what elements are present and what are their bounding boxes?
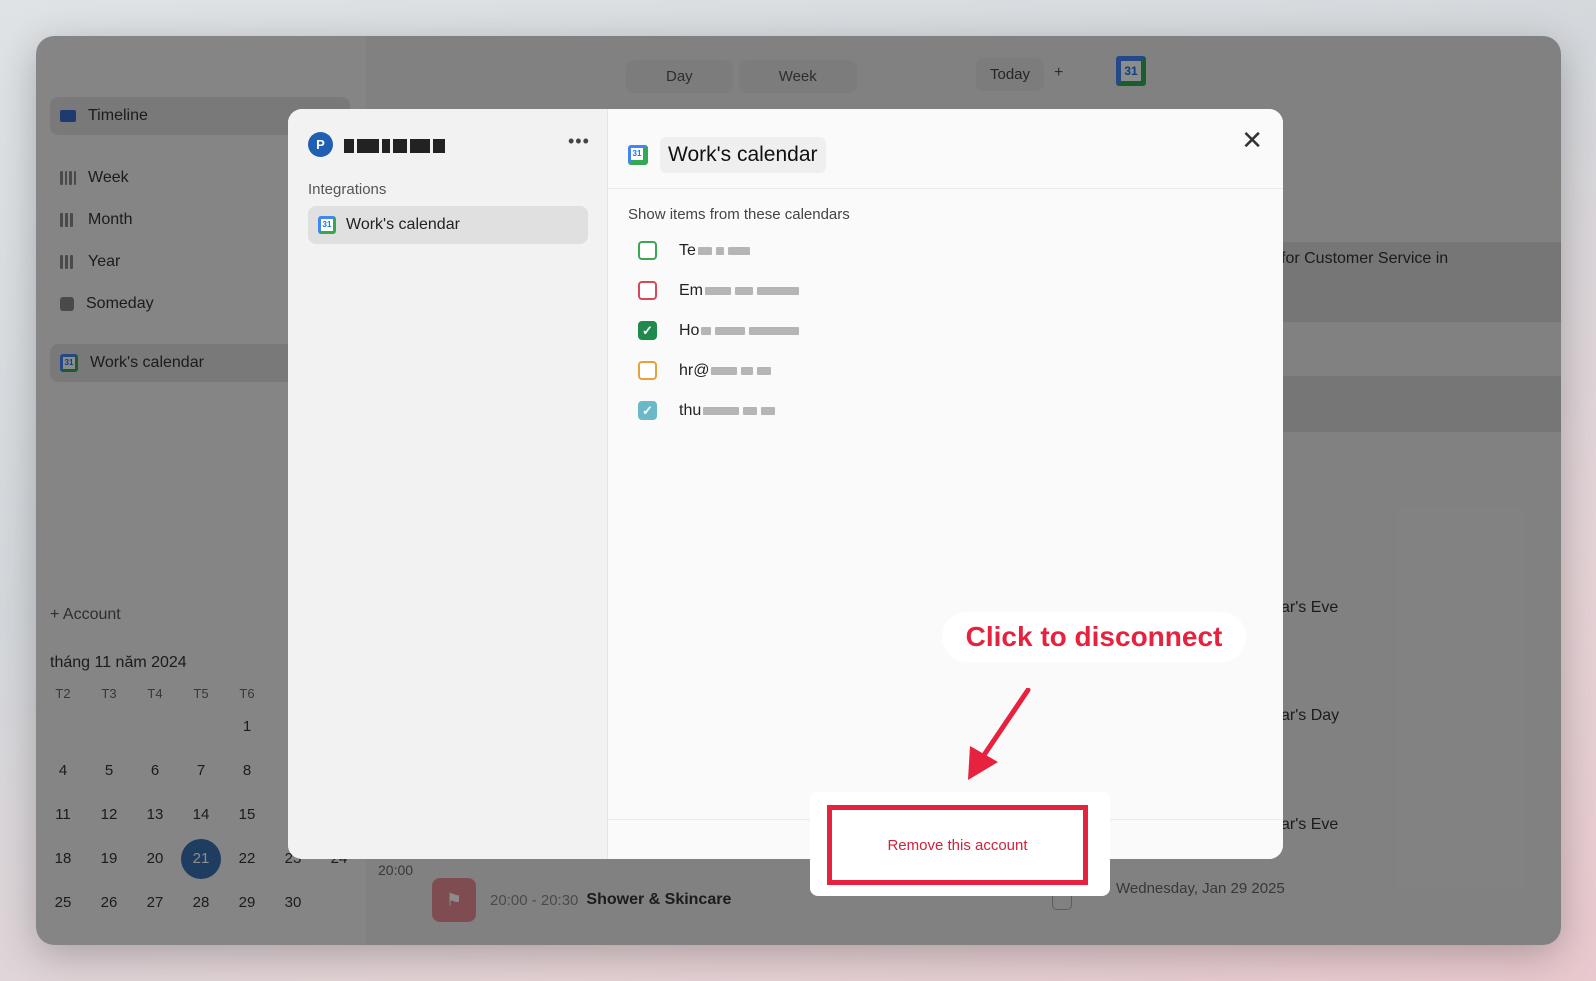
calendar-checkbox-checked[interactable]: ✓ <box>638 321 657 340</box>
modal-content: Work's calendar ✕ Show items from these … <box>608 109 1283 859</box>
calendar-row[interactable]: Te <box>638 241 750 260</box>
calendar-checkbox[interactable] <box>638 281 657 300</box>
annotation-callout: Click to disconnect <box>942 612 1246 662</box>
modal-title-wrap: Work's calendar <box>628 137 826 173</box>
annotation-arrow-icon <box>968 688 1031 780</box>
redacted-text <box>697 246 750 255</box>
redacted-text <box>701 326 800 335</box>
redacted-text <box>711 366 772 375</box>
calendar-row[interactable]: Em <box>638 281 799 300</box>
account-name-redacted <box>344 139 445 153</box>
more-options-icon[interactable]: ••• <box>568 131 590 152</box>
modal-header: Work's calendar ✕ <box>608 109 1283 189</box>
google-calendar-icon <box>318 216 336 234</box>
redacted-text <box>703 406 776 415</box>
calendar-row[interactable]: ✓ thu <box>638 401 776 420</box>
calendar-checkbox-checked[interactable]: ✓ <box>638 401 657 420</box>
app-window: Timeline Week Month Year Someday Work's … <box>36 36 1561 945</box>
calendar-name: thu <box>679 401 702 419</box>
integrations-heading: Integrations <box>308 181 387 198</box>
redacted-text <box>705 286 799 295</box>
settings-modal: P ••• Integrations Work's calendar Work'… <box>288 109 1283 859</box>
remove-account-button[interactable]: Remove this account <box>827 805 1088 885</box>
show-items-label: Show items from these calendars <box>628 206 850 223</box>
calendar-name: Te <box>679 241 696 259</box>
calendar-row[interactable]: hr@ <box>638 361 772 380</box>
integration-item-works-calendar[interactable]: Work's calendar <box>308 206 588 244</box>
integration-item-label: Work's calendar <box>346 216 460 233</box>
modal-sidebar: P ••• Integrations Work's calendar <box>288 109 608 859</box>
avatar: P <box>308 132 333 157</box>
calendar-name: Em <box>679 281 703 299</box>
calendar-name: Ho <box>679 321 700 339</box>
modal-title[interactable]: Work's calendar <box>660 137 826 173</box>
calendar-row[interactable]: ✓ Ho <box>638 321 800 340</box>
calendar-name: hr@ <box>679 361 710 379</box>
calendar-checkbox[interactable] <box>638 241 657 260</box>
close-icon[interactable]: ✕ <box>1241 125 1263 156</box>
calendar-checkbox[interactable] <box>638 361 657 380</box>
google-calendar-icon <box>628 145 648 165</box>
